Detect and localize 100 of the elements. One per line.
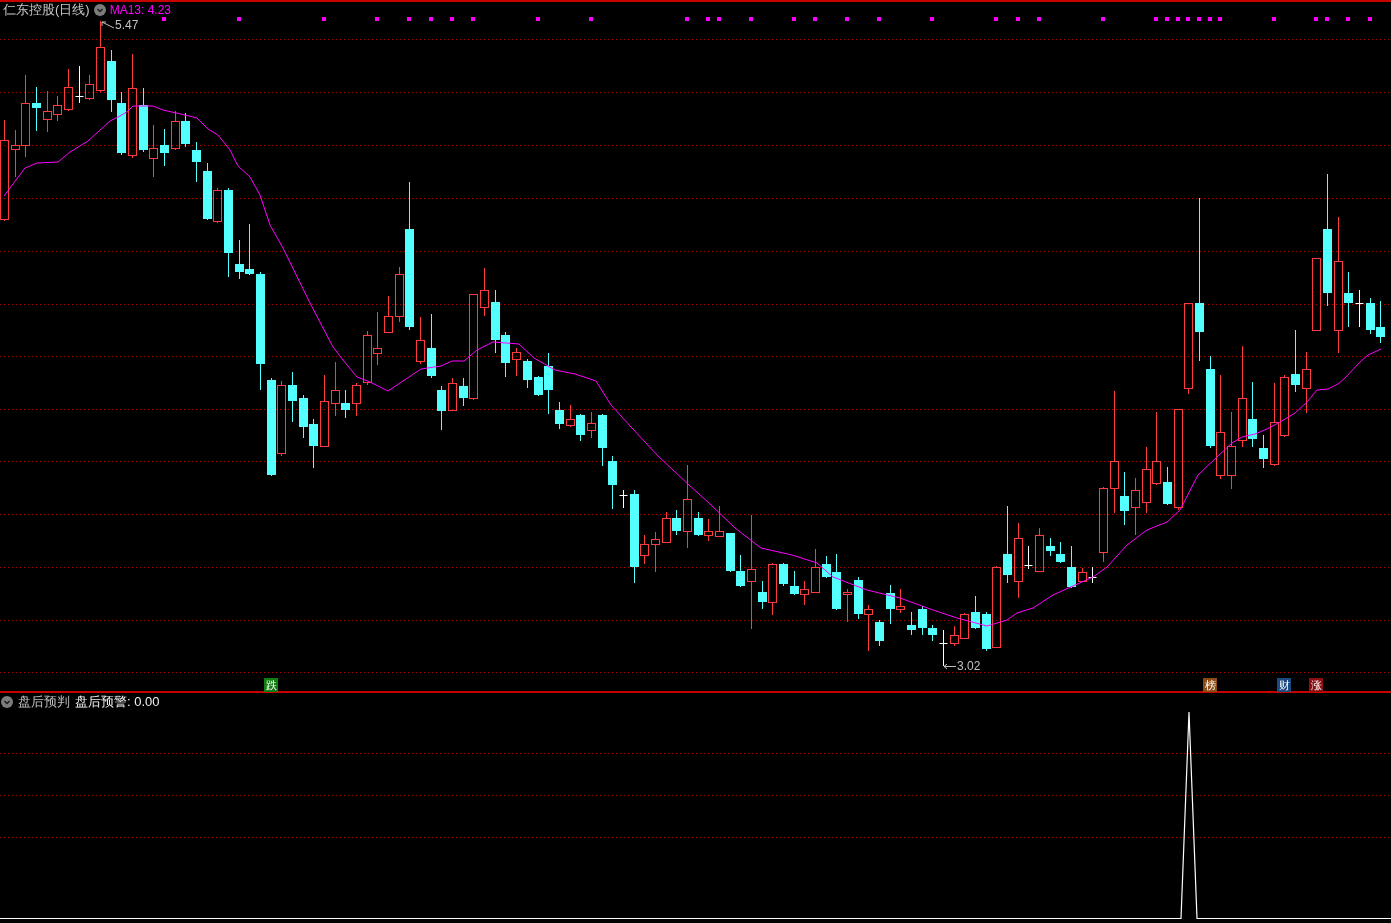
rising-candle xyxy=(149,124,158,178)
signal-marker xyxy=(1016,17,1020,21)
ma-reading: MA13: 4.23 xyxy=(109,2,172,18)
signal-marker xyxy=(1037,17,1041,21)
falling-candle xyxy=(245,223,254,276)
rising-candle xyxy=(811,548,820,593)
rising-candle xyxy=(512,347,521,377)
rising-candle xyxy=(896,588,905,614)
signal-marker xyxy=(407,17,411,21)
signal-marker xyxy=(375,17,379,21)
event-tag: 财 xyxy=(1277,678,1291,692)
falling-candle xyxy=(736,554,745,588)
falling-candle xyxy=(437,385,446,431)
event-tag: 跌 xyxy=(264,678,278,692)
falling-candle xyxy=(32,86,41,132)
falling-candle xyxy=(427,313,436,379)
signal-marker xyxy=(1346,17,1350,21)
rising-candle xyxy=(64,68,73,112)
rising-candle xyxy=(480,267,489,317)
dropdown-chevron-icon[interactable] xyxy=(93,4,106,16)
rising-candle xyxy=(448,377,457,411)
falling-candle xyxy=(288,371,297,423)
falling-candle xyxy=(523,358,532,389)
doji-candle xyxy=(1355,289,1364,328)
falling-candle xyxy=(555,401,564,430)
falling-candle xyxy=(1120,471,1129,526)
signal-marker xyxy=(792,17,796,21)
pointer-arrow-icon xyxy=(943,663,956,670)
signal-marker xyxy=(1154,17,1158,21)
rising-candle xyxy=(85,74,94,101)
signal-marker xyxy=(685,17,689,21)
signal-marker xyxy=(450,17,454,21)
signal-marker xyxy=(1272,17,1276,21)
signal-marker xyxy=(429,17,433,21)
falling-candle xyxy=(907,611,916,636)
doji-candle xyxy=(75,65,84,104)
falling-candle xyxy=(341,389,350,419)
falling-candle xyxy=(1248,381,1257,448)
rising-candle xyxy=(1280,374,1289,438)
rising-candle xyxy=(950,625,959,647)
falling-candle xyxy=(598,413,607,467)
signal-marker xyxy=(706,17,710,21)
falling-candle xyxy=(1259,434,1268,469)
rising-candle xyxy=(1078,567,1087,582)
rising-candle xyxy=(704,518,713,542)
falling-candle xyxy=(758,580,767,610)
signal-marker xyxy=(994,17,998,21)
falling-candle xyxy=(459,377,468,407)
signal-marker xyxy=(749,17,753,21)
event-tag: 榜 xyxy=(1203,678,1217,692)
falling-candle xyxy=(1163,466,1172,506)
rising-candle xyxy=(640,534,649,565)
falling-candle xyxy=(235,239,244,280)
falling-candle xyxy=(1291,329,1300,393)
price-label: 3.02 xyxy=(957,660,981,673)
rising-candle xyxy=(651,531,660,573)
signal-marker xyxy=(877,17,881,21)
doji-candle xyxy=(1024,545,1033,570)
rising-candle xyxy=(566,404,575,428)
rising-candle xyxy=(363,330,372,386)
falling-candle xyxy=(160,128,169,167)
falling-candle xyxy=(854,576,863,620)
falling-candle xyxy=(117,91,126,156)
signal-marker xyxy=(1165,17,1169,21)
rising-candle xyxy=(331,361,340,417)
rising-candle xyxy=(960,612,969,639)
falling-candle xyxy=(1056,541,1065,564)
rising-candle xyxy=(768,562,777,616)
falling-candle xyxy=(491,289,500,354)
rising-candle xyxy=(843,588,852,623)
signal-marker xyxy=(1101,17,1105,21)
falling-candle xyxy=(299,394,308,439)
signal-marker xyxy=(1197,17,1201,21)
falling-candle xyxy=(875,619,884,647)
pointer-arrow-icon xyxy=(101,20,114,31)
falling-candle xyxy=(779,562,788,587)
rising-candle xyxy=(373,311,382,366)
falling-candle xyxy=(1344,271,1353,328)
falling-candle xyxy=(139,87,148,153)
falling-candle xyxy=(1376,300,1385,344)
falling-candle xyxy=(501,331,510,378)
falling-candle xyxy=(1366,297,1375,335)
falling-candle xyxy=(726,532,735,573)
rising-candle xyxy=(1302,351,1311,414)
signal-marker xyxy=(1208,17,1212,21)
dropdown-chevron-icon[interactable] xyxy=(1,696,13,708)
rising-candle xyxy=(1035,527,1044,572)
indicator-reading: 盘后预警: 0.00 xyxy=(75,694,160,710)
falling-candle xyxy=(203,162,212,221)
price-label: 5.47 xyxy=(115,19,139,32)
rising-candle xyxy=(800,580,809,606)
rising-candle xyxy=(171,110,180,151)
signal-marker xyxy=(1176,17,1180,21)
rising-candle xyxy=(213,187,222,224)
doji-candle xyxy=(939,629,948,667)
falling-candle xyxy=(181,112,190,148)
falling-candle xyxy=(1067,545,1076,589)
falling-candle xyxy=(694,511,703,537)
falling-candle xyxy=(1046,537,1055,557)
signal-marker xyxy=(589,17,593,21)
